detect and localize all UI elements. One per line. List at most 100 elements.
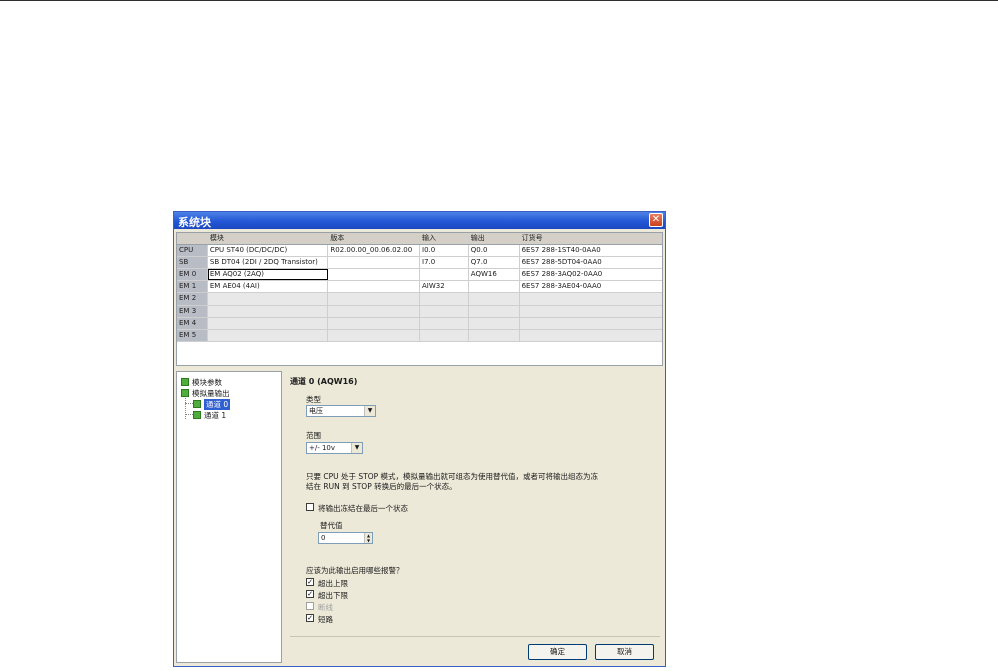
table-row[interactable]: EM 2 (177, 293, 662, 306)
table-row[interactable]: SB SB DT04 (2DI / 2DQ Transistor) I7.0 Q… (177, 257, 662, 270)
stop-mode-description: 只要 CPU 处于 STOP 模式，模拟量输出就可组态为使用替代值，或者可将输出… (306, 472, 656, 492)
version-cell (328, 269, 420, 281)
close-icon: ✕ (651, 214, 661, 225)
row-slot-label: EM 3 (177, 305, 208, 317)
alarm-question: 应该为此输出启用哪些报警？ (306, 566, 404, 575)
order-number-cell (519, 329, 662, 341)
close-button[interactable]: ✕ (649, 213, 663, 227)
column-header-order-number[interactable]: 订货号 (519, 233, 662, 245)
chevron-down-icon: ▼ (351, 443, 362, 453)
system-block-dialog: 系统块 ✕ 模块 版本 输入 输出 订货号 CPU CPU ST40 (DC/D… (173, 211, 666, 667)
table-row[interactable]: EM 1 EM AE04 (4AI) AIW32 6ES7 288-3AE04-… (177, 281, 662, 294)
output-cell: Q7.0 (469, 257, 520, 269)
table-row[interactable]: EM 3 (177, 305, 662, 318)
input-cell (420, 269, 469, 281)
input-cell (420, 317, 469, 329)
channel-icon (193, 400, 201, 408)
tree-item-label-selected: 通道 0 (204, 398, 231, 410)
column-header-output[interactable]: 输出 (468, 233, 520, 245)
range-select-value: +/- 10v (309, 444, 336, 452)
page-top-rule (0, 0, 998, 1)
table-row[interactable]: CPU CPU ST40 (DC/DC/DC) R02.00.00_00.06.… (177, 245, 662, 258)
lower-limit-alarm-checkbox[interactable]: ✓ (306, 590, 314, 598)
tree-item-label: 模拟量输出 (192, 388, 230, 398)
spinner-arrows-icon[interactable]: ▲ ▼ (364, 533, 372, 543)
row-slot-label: SB (177, 257, 208, 269)
row-slot-label: EM 1 (177, 281, 208, 293)
short-circuit-alarm-checkbox[interactable]: ✓ (306, 614, 314, 622)
version-cell (328, 281, 420, 293)
module-cell[interactable] (207, 329, 329, 341)
module-cell[interactable]: SB DT04 (2DI / 2DQ Transistor) (208, 257, 329, 269)
panel-title: 通道 0 (AQW16) (290, 377, 358, 386)
upper-limit-alarm-checkbox[interactable]: ✓ (306, 578, 314, 586)
row-slot-label: EM 4 (177, 317, 208, 329)
type-label: 类型 (306, 395, 321, 404)
version-cell (328, 293, 420, 305)
column-header-version[interactable]: 版本 (328, 233, 420, 245)
row-slot-label: EM 2 (177, 293, 208, 305)
tree-item-channel-1[interactable]: 通道 1 (193, 410, 226, 420)
module-cell[interactable]: EM AE04 (4AI) (208, 281, 329, 293)
ok-button[interactable]: 确定 (528, 644, 587, 660)
table-row[interactable]: EM 0 EM AQ02 (2AQ) AQW16 6ES7 288-3AQ02-… (177, 269, 662, 282)
dialog-title: 系统块 (178, 216, 211, 229)
input-cell: I0.0 (420, 245, 469, 257)
module-cell[interactable] (207, 317, 329, 329)
column-header-module[interactable]: 模块 (207, 233, 329, 245)
order-number-cell: 6ES7 288-3AE04-0AA0 (521, 282, 602, 291)
description-line: 只要 CPU 处于 STOP 模式，模拟量输出就可组态为使用替代值，或者可将输出… (306, 472, 599, 481)
output-cell (468, 305, 520, 317)
order-number-cell (519, 317, 662, 329)
chevron-down-icon: ▼ (364, 406, 375, 416)
version-cell: R02.00.00_00.06.02.00 (328, 245, 420, 257)
module-config-table: 模块 版本 输入 输出 订货号 CPU CPU ST40 (DC/DC/DC) … (176, 232, 663, 366)
channel-icon (193, 411, 201, 419)
order-number-cell: 6ES7 288-5DT04-0AA0 (521, 258, 602, 267)
title-bar[interactable]: 系统块 ✕ (174, 212, 665, 229)
freeze-output-label: 将输出冻结在最后一个状态 (318, 504, 408, 513)
input-cell: I7.0 (420, 257, 469, 269)
cancel-button[interactable]: 取消 (595, 644, 654, 660)
table-row[interactable]: EM 4 (177, 317, 662, 330)
substitute-value-label: 替代值 (320, 521, 343, 530)
table-header-row: 模块 版本 输入 输出 订货号 (177, 233, 662, 246)
output-cell: Q0.0 (469, 245, 520, 257)
substitute-value-text: 0 (321, 534, 326, 542)
order-number-cell: 6ES7 288-3AQ02-0AA0 (521, 270, 603, 279)
module-cell[interactable] (207, 293, 329, 305)
type-select[interactable]: 电压 ▼ (306, 405, 376, 417)
input-cell (420, 293, 469, 305)
version-cell (328, 257, 420, 269)
order-number-cell (519, 293, 662, 305)
tree-item-analog-output[interactable]: 模拟量输出 (181, 388, 230, 398)
tree-connector (185, 398, 186, 419)
module-cell-selected[interactable]: EM AQ02 (2AQ) (207, 269, 329, 281)
column-header-slot (177, 233, 208, 245)
short-circuit-alarm-label: 短路 (318, 615, 333, 624)
output-cell (468, 293, 520, 305)
tree-item-channel-0[interactable]: 通道 0 (193, 398, 231, 410)
tree-item-label: 模块参数 (192, 377, 222, 387)
input-cell: AIW32 (420, 281, 469, 293)
parameter-tree: 模块参数 模拟量输出 通道 0 通道 1 (176, 371, 282, 663)
tree-connector (185, 403, 193, 404)
version-cell (328, 305, 420, 317)
range-select[interactable]: +/- 10v ▼ (306, 442, 363, 454)
output-cell (468, 317, 520, 329)
module-icon (181, 389, 189, 397)
module-cell[interactable] (207, 305, 329, 317)
freeze-output-checkbox[interactable] (306, 503, 314, 511)
order-number-cell (519, 305, 662, 317)
substitute-value-input[interactable]: 0 ▲ ▼ (318, 532, 373, 544)
column-header-input[interactable]: 输入 (420, 233, 469, 245)
input-cell (420, 305, 469, 317)
table-row[interactable]: EM 5 (177, 329, 662, 342)
module-cell[interactable]: CPU ST40 (DC/DC/DC) (208, 245, 329, 257)
row-slot-label: EM 0 (177, 269, 208, 281)
type-select-value: 电压 (309, 407, 323, 415)
tree-item-module-params[interactable]: 模块参数 (181, 377, 222, 387)
upper-limit-alarm-label: 超出上限 (318, 579, 348, 588)
output-cell (469, 281, 520, 293)
wire-break-alarm-checkbox (306, 602, 314, 610)
